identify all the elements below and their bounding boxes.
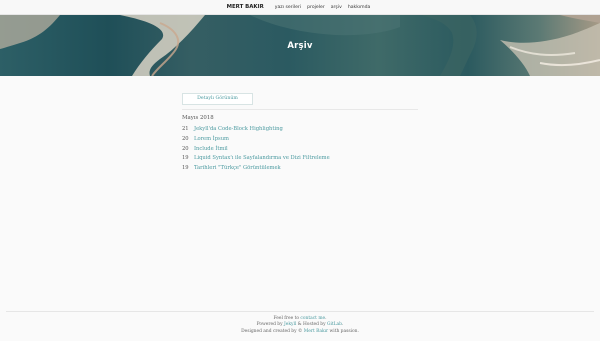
post-link[interactable]: Jekyll'da Code-Block Highlighting	[194, 125, 283, 135]
list-item: 21 Jekyll'da Code-Block Highlighting	[182, 125, 418, 135]
jekyll-link[interactable]: Jekyll	[284, 322, 296, 327]
nav-link-archive[interactable]: arşiv	[331, 5, 342, 10]
post-day: 19	[182, 165, 189, 172]
footer-text: .	[325, 316, 327, 321]
list-item: 20 Lorem İpsum	[182, 135, 418, 145]
hero-banner: Arşiv	[0, 15, 600, 76]
post-link[interactable]: Lorem İpsum	[194, 135, 229, 145]
post-day: 20	[182, 135, 189, 142]
post-day: 21	[182, 126, 189, 132]
nav-link-about[interactable]: hakkımda	[348, 5, 371, 10]
site-brand-link[interactable]: MERT BAKIR	[227, 4, 264, 10]
contact-link[interactable]: contact me	[300, 316, 325, 321]
footer: Feel free to contact me. Powered by Jeky…	[0, 316, 600, 335]
post-day: 20	[182, 145, 189, 152]
archive-content: Detaylı Görünüm Mayıs 2018 21 Jekyll'da …	[182, 84, 418, 174]
footer-text: & Hosted by	[296, 322, 327, 328]
divider	[182, 109, 418, 110]
footer-text: .	[342, 322, 344, 328]
author-link[interactable]: Mert Bakır	[304, 329, 328, 334]
top-navigation: MERT BAKIR yazı serileri projeler arşiv …	[0, 0, 600, 15]
footer-divider	[6, 311, 594, 312]
nav-link-series[interactable]: yazı serileri	[275, 5, 301, 10]
post-link[interactable]: Tarihleri "Türkçe" Görüntülemek	[194, 164, 281, 174]
nav-link-projects[interactable]: projeler	[307, 5, 325, 10]
list-item: 20 Include İtmil	[182, 145, 418, 155]
post-link[interactable]: Liquid Syntax'ı ile Sayfalandırma ve Diz…	[194, 154, 330, 164]
footer-text: Feel free to	[273, 316, 301, 321]
footer-text: Powered by	[256, 322, 284, 328]
detailed-view-button[interactable]: Detaylı Görünüm	[182, 93, 253, 105]
gitlab-link[interactable]: GitLab	[327, 322, 342, 327]
post-link[interactable]: Include İtmil	[194, 145, 228, 155]
list-item: 19 Liquid Syntax'ı ile Sayfalandırma ve …	[182, 154, 418, 164]
footer-text: with passion.	[328, 328, 359, 334]
page-title: Arşiv	[287, 40, 313, 51]
list-item: 19 Tarihleri "Türkçe" Görüntülemek	[182, 164, 418, 174]
footer-credit-line: Designed and created by © Mert Bakır wit…	[0, 329, 600, 335]
post-day: 19	[182, 155, 189, 162]
footer-text: Designed and created by ©	[241, 328, 304, 334]
month-heading: Mayıs 2018	[182, 115, 214, 121]
